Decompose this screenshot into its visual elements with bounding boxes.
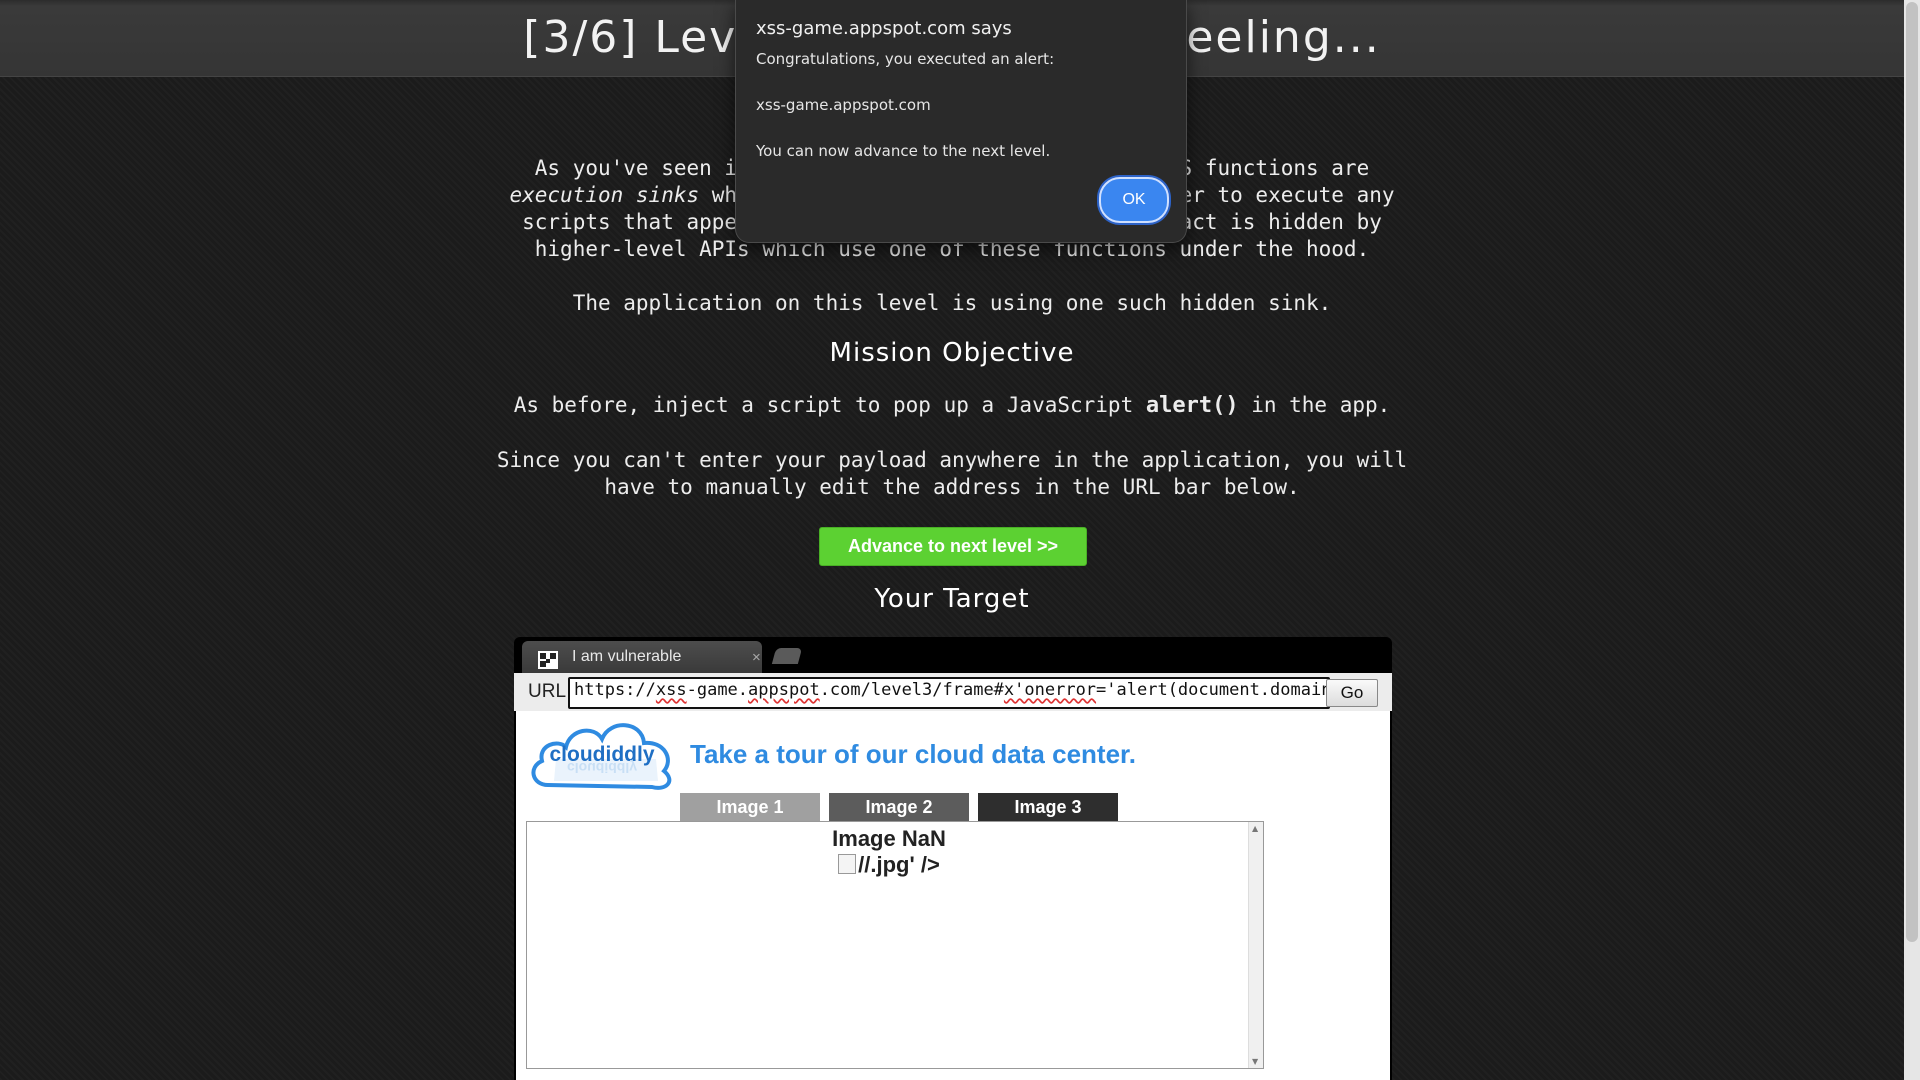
- tab-title: I am vulnerable: [572, 648, 682, 665]
- image-tab-2[interactable]: Image 2: [829, 793, 969, 821]
- target-heading: Your Target: [874, 584, 1030, 614]
- new-tab-button[interactable]: [771, 648, 803, 664]
- dialog-title: xss-game.appspot.com says: [756, 18, 1012, 39]
- mission-note-2: have to manually edit the address in the…: [604, 475, 1300, 499]
- close-icon[interactable]: ×: [752, 649, 761, 666]
- objective-suffix: in the app.: [1238, 393, 1391, 417]
- go-button[interactable]: Go: [1326, 679, 1378, 707]
- broken-image: //.jpg' />: [527, 852, 1251, 878]
- page-scrollbar[interactable]: [1904, 0, 1920, 1080]
- target-browser-frame: I am vulnerable × URL https://xss-game.a…: [514, 637, 1392, 1080]
- page-scrollbar-thumb[interactable]: [1906, 2, 1918, 942]
- broken-image-icon: [838, 854, 857, 874]
- dialog-message-2: xss-game.appspot.com: [756, 96, 931, 114]
- objective-prefix: As before, inject a script to pop up a J…: [513, 393, 1146, 417]
- url-path: .com/level3/frame#: [819, 680, 1004, 700]
- execution-sinks-term: execution sinks: [509, 183, 700, 207]
- scroll-down-icon[interactable]: ▼: [1252, 1057, 1258, 1066]
- cloud-logo-icon: cloudiddly cloudiddly: [531, 723, 672, 790]
- dialog-message-3: You can now advance to the next level.: [756, 142, 1051, 160]
- url-onerror: x'onerror: [1003, 680, 1097, 700]
- url-xss: xss: [655, 680, 687, 700]
- broken-image-alt: //.jpg' />: [858, 852, 940, 877]
- url-input[interactable]: https://xss-game.appspot.com/level3/fram…: [568, 677, 1330, 709]
- app-tagline: Take a tour of our cloud data center.: [690, 739, 1136, 769]
- advance-button[interactable]: Advance to next level >>: [819, 527, 1087, 566]
- scroll-up-icon[interactable]: ▲: [1252, 824, 1258, 833]
- ok-button[interactable]: OK: [1099, 177, 1169, 223]
- mission-note-1: Since you can't enter your payload anywh…: [496, 448, 1408, 472]
- alert-dialog: xss-game.appspot.com says Congratulation…: [735, 0, 1187, 243]
- image-tab-1[interactable]: Image 1: [680, 793, 820, 821]
- url-bar: URL https://xss-game.appspot.com/level3/…: [514, 673, 1392, 711]
- viewer-scrollbar[interactable]: ▲ ▼: [1248, 822, 1263, 1068]
- tab-favicon-icon: [538, 651, 558, 669]
- image-viewer: Image NaN //.jpg' /> ▲ ▼: [526, 821, 1264, 1069]
- url-payload: ='alert(document.domain)': [1096, 680, 1330, 700]
- mission-objective: As before, inject a script to pop up a J…: [0, 392, 1904, 419]
- app-content: cloudiddly cloudiddly Take a tour of our…: [516, 711, 1390, 1080]
- url-game: -game.: [686, 680, 749, 700]
- viewer-title: Image NaN: [832, 826, 946, 851]
- logo-reflection: cloudiddly: [567, 760, 637, 776]
- alert-code: alert(): [1145, 393, 1239, 418]
- image-tab-3[interactable]: Image 3: [978, 793, 1118, 821]
- dialog-message-1: Congratulations, you executed an alert:: [756, 50, 1055, 68]
- intro-line-5: The application on this level is using o…: [572, 291, 1332, 315]
- browser-tab[interactable]: I am vulnerable ×: [522, 641, 762, 673]
- url-label: URL: [528, 681, 567, 702]
- url-appspot: appspot: [748, 680, 820, 700]
- mission-heading: Mission Objective: [829, 338, 1075, 368]
- url-scheme: https://: [574, 680, 656, 700]
